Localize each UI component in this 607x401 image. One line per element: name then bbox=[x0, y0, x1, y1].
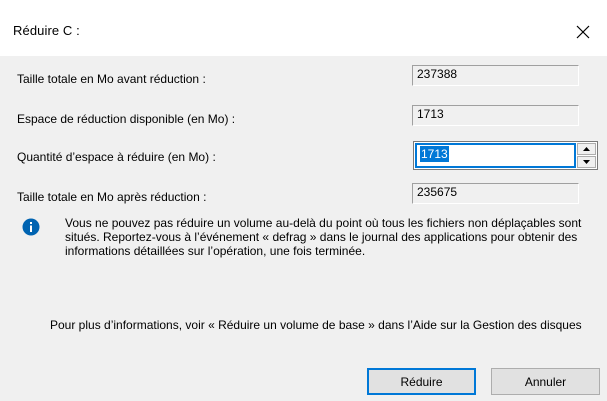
close-button[interactable] bbox=[565, 14, 601, 50]
amount-to-shrink-label: Quantité d’espace à réduire (en Mo) : bbox=[17, 150, 216, 164]
cancel-button[interactable]: Annuler bbox=[491, 368, 600, 395]
stepper-up-button[interactable] bbox=[577, 143, 596, 155]
close-icon bbox=[576, 25, 590, 39]
more-info-text: Pour plus d’informations, voir « Réduire… bbox=[50, 318, 582, 332]
info-message: Vous ne pouvez pas réduire un volume au-… bbox=[65, 216, 582, 258]
total-after-value: 235675 bbox=[412, 183, 579, 204]
available-shrink-label: Espace de réduction disponible (en Mo) : bbox=[17, 112, 236, 126]
amount-to-shrink-stepper[interactable]: 1713 bbox=[413, 141, 598, 170]
triangle-down-icon bbox=[583, 160, 590, 164]
shrink-button[interactable]: Réduire bbox=[367, 368, 476, 395]
amount-to-shrink-input[interactable]: 1713 bbox=[415, 143, 576, 168]
total-after-label: Taille totale en Mo après réduction : bbox=[17, 190, 207, 204]
available-shrink-value: 1713 bbox=[412, 105, 579, 126]
info-icon bbox=[22, 218, 40, 236]
title-bar: Réduire C : bbox=[0, 0, 607, 56]
shrink-dialog: Réduire C : Taille totale en Mo avant ré… bbox=[0, 0, 607, 401]
stepper-down-button[interactable] bbox=[577, 156, 596, 168]
amount-to-shrink-value: 1713 bbox=[420, 146, 449, 162]
triangle-up-icon bbox=[583, 147, 590, 151]
total-before-label: Taille totale en Mo avant réduction : bbox=[17, 72, 206, 86]
stepper-buttons bbox=[577, 143, 596, 168]
total-before-value: 237388 bbox=[412, 65, 579, 86]
window-title: Réduire C : bbox=[13, 23, 80, 38]
